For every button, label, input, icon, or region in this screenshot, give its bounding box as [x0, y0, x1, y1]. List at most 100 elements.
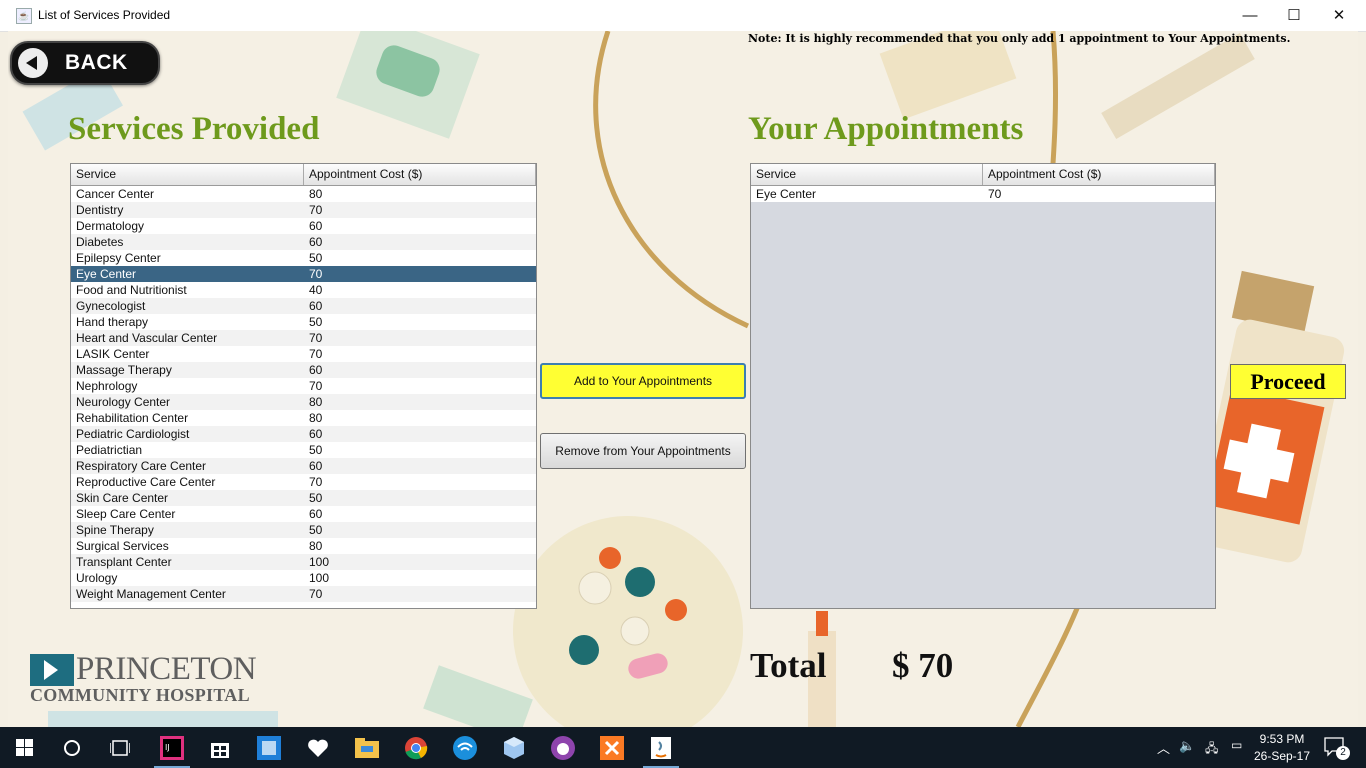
table-row[interactable]: Pediatric Cardiologist 60 — [71, 426, 536, 442]
appointment-cost-cell: 50 — [309, 443, 323, 457]
appointment-cost-cell: 60 — [309, 427, 323, 441]
total-label: Total — [750, 646, 827, 685]
iheartradio-icon[interactable] — [294, 727, 342, 768]
java-icon[interactable] — [637, 727, 685, 768]
blue-app-icon[interactable] — [245, 727, 293, 768]
service-name-cell: Hand therapy — [76, 315, 149, 329]
appointment-cost-cell: 70 — [309, 347, 323, 361]
maximize-button[interactable]: ☐ — [1271, 0, 1317, 31]
logo-line2: COMMUNITY HOSPITAL — [30, 685, 250, 705]
appointment-cost-cell: 60 — [309, 219, 323, 233]
hospital-logo-mark-icon — [30, 654, 74, 686]
appointment-cost-cell: 60 — [309, 299, 323, 313]
table-row[interactable]: Dermatology 60 — [71, 218, 536, 234]
table-row[interactable]: Eye Center 70 — [71, 266, 536, 282]
service-name-cell: Surgical Services — [76, 539, 169, 553]
table-row[interactable]: Rehabilitation Center 80 — [71, 410, 536, 426]
appointment-cost-cell: 70 — [309, 203, 323, 217]
table-row[interactable]: Diabetes 60 — [71, 234, 536, 250]
table-row[interactable]: Hand therapy 50 — [71, 314, 536, 330]
chrome-icon[interactable] — [392, 727, 440, 768]
service-name-cell: Pediatrictian — [76, 443, 143, 457]
appointments-table-header: Service Appointment Cost ($) — [751, 164, 1215, 186]
table-row[interactable]: Heart and Vascular Center 70 — [71, 330, 536, 346]
minimize-button[interactable]: — — [1227, 0, 1273, 31]
appointment-cost-cell: 70 — [309, 475, 323, 489]
table-row[interactable]: Skin Care Center 50 — [71, 490, 536, 506]
service-name-cell: Transplant Center — [76, 555, 172, 569]
column-header-cost[interactable]: Appointment Cost ($) — [304, 164, 536, 185]
remove-from-appointments-button[interactable]: Remove from Your Appointments — [540, 433, 746, 469]
window-titlebar: ☕ List of Services Provided — ☐ ✕ — [0, 0, 1366, 32]
purple-app-icon[interactable] — [539, 727, 587, 768]
chevron-up-icon[interactable]: ︿ — [1157, 738, 1170, 757]
table-row[interactable]: Cancer Center 80 — [71, 186, 536, 202]
table-row[interactable]: Respiratory Care Center 60 — [71, 458, 536, 474]
service-name-cell: Reproductive Care Center — [76, 475, 216, 489]
service-name-cell: Heart and Vascular Center — [76, 331, 218, 345]
services-table-body: Cancer Center 80 Dentistry 70 Dermatology 60 D… — [71, 186, 536, 602]
table-row[interactable]: Food and Nutritionist 40 — [71, 282, 536, 298]
appointments-heading: Your Appointments — [748, 111, 1024, 147]
service-name-cell: Dentistry — [76, 203, 124, 217]
table-row[interactable]: Urology 100 — [71, 570, 536, 586]
service-name-cell: Eye Center — [76, 267, 137, 281]
table-row[interactable]: Neurology Center 80 — [71, 394, 536, 410]
total-value: $ 70 — [892, 646, 954, 685]
cortana-search-icon[interactable] — [48, 727, 96, 768]
virtualbox-icon[interactable] — [490, 727, 538, 768]
table-row[interactable]: Spine Therapy 50 — [71, 522, 536, 538]
table-row[interactable]: Reproductive Care Center 70 — [71, 474, 536, 490]
wifi-app-icon[interactable] — [441, 727, 489, 768]
volume-icon[interactable]: 🔈 — [1179, 738, 1195, 754]
window-title: List of Services Provided — [38, 8, 171, 22]
intellij-icon[interactable]: IJ — [148, 727, 196, 768]
task-view-icon[interactable] — [96, 727, 144, 768]
table-row[interactable]: Dentistry 70 — [71, 202, 536, 218]
clock[interactable]: 9:53 PM 26-Sep-17 — [1252, 727, 1312, 768]
table-row[interactable]: Eye Center 70 — [751, 186, 1215, 202]
table-row[interactable]: Massage Therapy 60 — [71, 362, 536, 378]
appointment-cost-cell: 70 — [988, 187, 1002, 201]
appointment-cost-cell: 70 — [309, 267, 323, 281]
windows-start-icon[interactable] — [0, 727, 48, 768]
table-row[interactable]: Sleep Care Center 60 — [71, 506, 536, 522]
system-tray: ︿ 🔈 🖧 ▭ — [1155, 727, 1265, 768]
service-name-cell: Respiratory Care Center — [76, 459, 207, 473]
service-name-cell: Skin Care Center — [76, 491, 169, 505]
service-name-cell: Cancer Center — [76, 187, 155, 201]
store-icon[interactable] — [196, 727, 244, 768]
column-header-cost[interactable]: Appointment Cost ($) — [983, 164, 1215, 185]
service-name-cell: Massage Therapy — [76, 363, 172, 377]
service-name-cell: Eye Center — [756, 187, 817, 201]
proceed-button[interactable]: Proceed — [1230, 364, 1346, 399]
table-row[interactable]: Transplant Center 100 — [71, 554, 536, 570]
appointment-cost-cell: 80 — [309, 411, 323, 425]
appointment-cost-cell: 60 — [309, 459, 323, 473]
table-row[interactable]: Gynecologist 60 — [71, 298, 536, 314]
table-row[interactable]: Surgical Services 80 — [71, 538, 536, 554]
table-row[interactable]: Pediatrictian 50 — [71, 442, 536, 458]
column-header-service[interactable]: Service — [751, 164, 983, 185]
appointment-cost-cell: 60 — [309, 507, 323, 521]
appointment-cost-cell: 40 — [309, 283, 323, 297]
battery-icon[interactable]: ▭ — [1231, 738, 1242, 752]
service-name-cell: Diabetes — [76, 235, 124, 249]
back-button[interactable]: BACK — [10, 41, 160, 85]
network-icon[interactable]: 🖧 — [1205, 739, 1218, 760]
xampp-icon[interactable] — [588, 727, 636, 768]
action-center-icon[interactable]: 2 — [1322, 727, 1358, 768]
table-row[interactable]: LASIK Center 70 — [71, 346, 536, 362]
appointment-cost-cell: 50 — [309, 491, 323, 505]
service-name-cell: Epilepsy Center — [76, 251, 161, 265]
add-to-appointments-button[interactable]: Add to Your Appointments — [540, 363, 746, 399]
service-name-cell: Urology — [76, 571, 118, 585]
table-row[interactable]: Nephrology 70 — [71, 378, 536, 394]
appointment-cost-cell: 70 — [309, 379, 323, 393]
file-explorer-icon[interactable] — [343, 727, 391, 768]
table-row[interactable]: Weight Management Center 70 — [71, 586, 536, 602]
table-row[interactable]: Epilepsy Center 50 — [71, 250, 536, 266]
column-header-service[interactable]: Service — [71, 164, 304, 185]
appointment-cost-cell: 60 — [309, 235, 323, 249]
close-button[interactable]: ✕ — [1316, 0, 1362, 31]
